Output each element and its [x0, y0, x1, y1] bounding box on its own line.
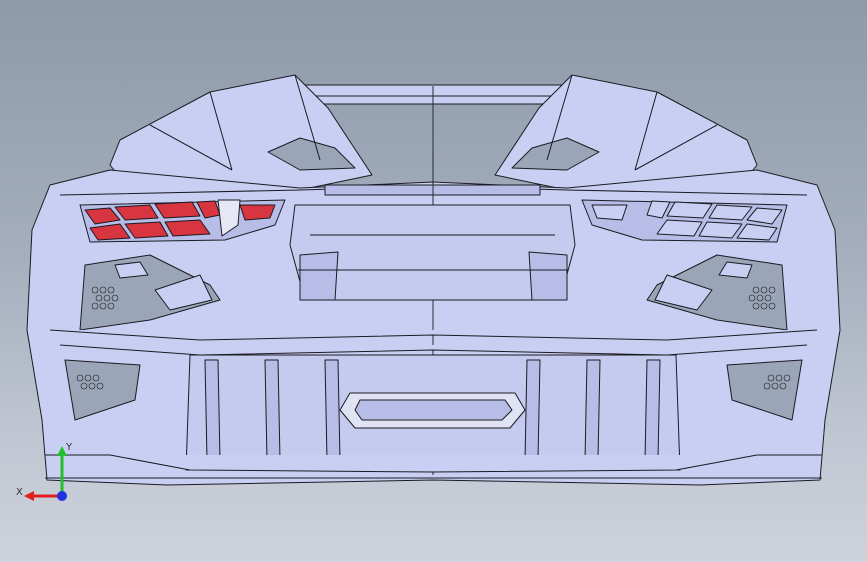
rear-wing — [299, 84, 571, 105]
x-axis-arrow — [24, 491, 34, 501]
y-axis-label: Y — [65, 442, 73, 453]
z-axis — [57, 491, 67, 501]
x-axis-label: X — [16, 487, 23, 498]
car-rear-model[interactable] — [0, 0, 867, 562]
cad-graphics-viewport[interactable]: X Y — [0, 0, 867, 562]
coordinate-triad: X Y — [16, 442, 73, 501]
